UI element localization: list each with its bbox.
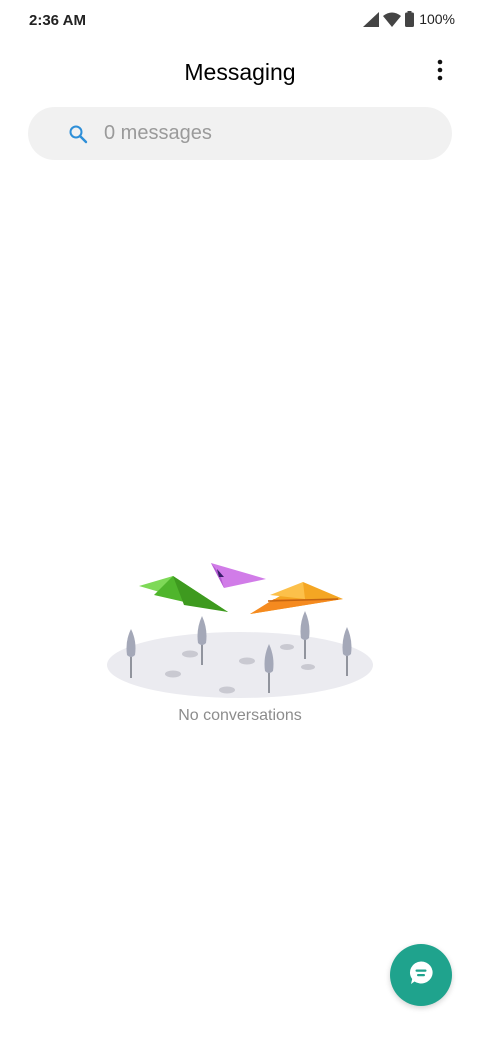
battery-icon	[405, 11, 415, 27]
status-icons: 100%	[363, 11, 455, 27]
compose-button[interactable]	[390, 944, 452, 1006]
search-icon	[68, 124, 104, 144]
compose-message-icon	[408, 960, 434, 991]
empty-state-text: No conversations	[178, 707, 302, 724]
ground-ellipse	[107, 632, 373, 698]
orange-paper-plane	[250, 582, 343, 614]
more-vertical-icon	[437, 59, 443, 86]
more-options-button[interactable]	[426, 58, 454, 86]
page-title: Messaging	[184, 59, 296, 85]
purple-paper-plane	[211, 563, 266, 588]
status-bar: 2:36 AM 100%	[0, 0, 480, 44]
search-input[interactable]	[104, 122, 404, 145]
signal-icon	[363, 11, 380, 27]
wifi-icon	[383, 12, 402, 27]
app-header: Messaging	[0, 50, 480, 96]
status-time: 2:36 AM	[29, 12, 86, 29]
battery-percent: 100%	[419, 11, 455, 27]
green-paper-plane	[139, 576, 228, 612]
empty-state-illustration	[100, 555, 380, 705]
search-bar[interactable]	[28, 107, 452, 160]
